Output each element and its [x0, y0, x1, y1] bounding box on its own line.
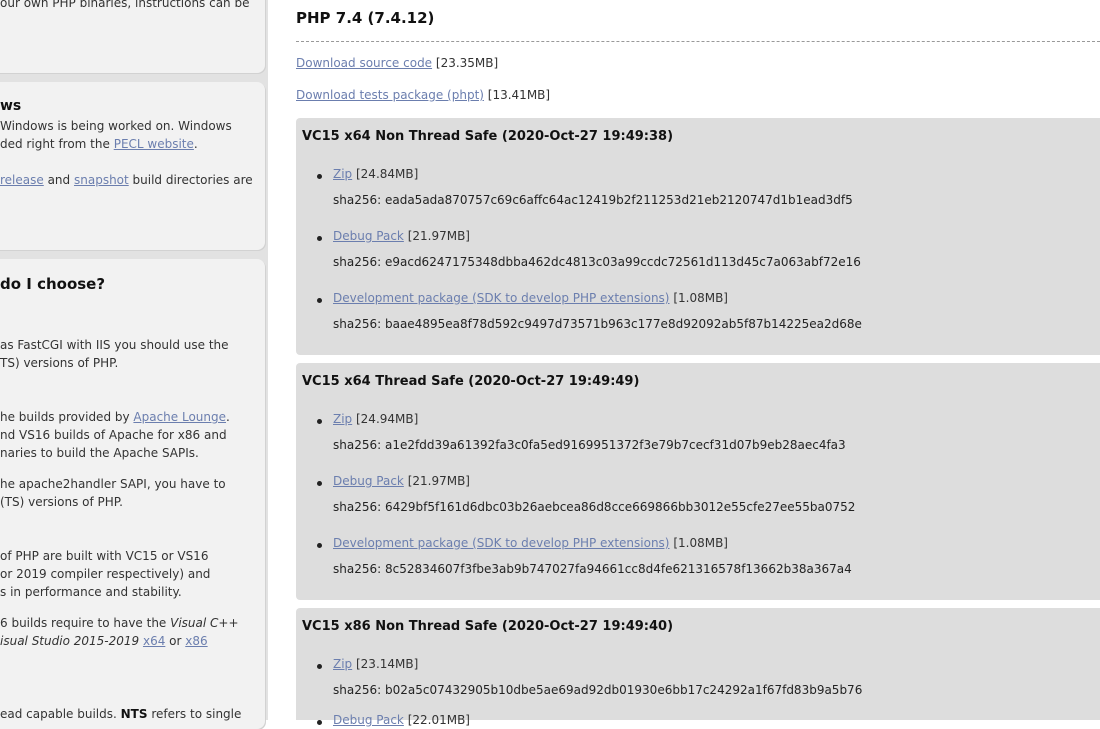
- download-source-link[interactable]: Download source code: [296, 56, 432, 70]
- sidebar-text: release and snapshot build directories a…: [0, 171, 253, 189]
- bullet-icon: [317, 481, 322, 486]
- package-sha256: sha256: a1e2fdd39a61392fa3c0fa5ed9169951…: [333, 438, 846, 452]
- package-line: Debug Pack [22.01MB]: [333, 713, 470, 727]
- package-zip-link[interactable]: Zip: [333, 167, 352, 181]
- download-tests-row: Download tests package (phpt) [13.41MB]: [296, 88, 550, 102]
- sidebar-text: (TS) versions of PHP.: [0, 495, 123, 509]
- sidebar-text-fragment: .: [193, 137, 198, 151]
- release-divider: [296, 41, 1100, 42]
- sidebar-box-which-version: do I choose? as FastCGI with IIS you sho…: [0, 259, 265, 729]
- vc-redist-x64-link[interactable]: x64: [143, 634, 165, 648]
- package-line: Zip [24.84MB]: [333, 167, 418, 181]
- package-line: Debug Pack [21.97MB]: [333, 229, 470, 243]
- package-size: [23.14MB]: [352, 657, 419, 671]
- package-debug-link[interactable]: Debug Pack: [333, 229, 404, 243]
- package-size: [21.97MB]: [403, 474, 470, 488]
- sidebar-text: 6 builds require to have the Visual C++: [0, 614, 239, 632]
- sidebar-text: of PHP are built with VC15 or VS16: [0, 549, 209, 563]
- sidebar-heading-which-version: do I choose?: [0, 275, 106, 293]
- package-size: [1.08MB]: [669, 536, 728, 550]
- sidebar-text-italic: isual Studio 2015-2019: [0, 634, 140, 648]
- sidebar-text-fragment: ded right from the: [0, 137, 114, 151]
- sidebar-text-fragment: he builds provided by: [0, 410, 134, 424]
- sidebar-heading-pecl: ws: [0, 98, 22, 114]
- sidebar-text: he builds provided by Apache Lounge.: [0, 408, 230, 426]
- sidebar-text-fragment: or: [165, 634, 186, 648]
- sidebar-text: naries to build the Apache SAPIs.: [0, 446, 199, 460]
- sidebar-text: or 2019 compiler respectively) and: [0, 567, 211, 581]
- package-zip-link[interactable]: Zip: [333, 412, 352, 426]
- sidebar-text: he apache2handler SAPI, you have to: [0, 477, 226, 491]
- sidebar-text: Windows is being worked on. Windows: [0, 119, 232, 133]
- package-sha256: sha256: 8c52834607f3fbe3ab9b747027fa9466…: [333, 562, 852, 576]
- snapshot-directory-link[interactable]: snapshot: [74, 173, 129, 187]
- pecl-website-link[interactable]: PECL website: [114, 137, 194, 151]
- sidebar-text: ded right from the PECL website.: [0, 135, 198, 153]
- sidebar-text: s in performance and stability.: [0, 585, 182, 599]
- sidebar-text: nd VS16 builds of Apache for x86 and: [0, 428, 227, 442]
- download-tests-size: [13.41MB]: [483, 88, 551, 102]
- build-vc15-x64-nts: VC15 x64 Non Thread Safe (2020-Oct-27 19…: [296, 118, 1100, 355]
- bullet-icon: [317, 174, 322, 179]
- package-size: [1.08MB]: [669, 291, 728, 305]
- package-devel-link[interactable]: Development package (SDK to develop PHP …: [333, 291, 670, 305]
- sidebar-text: isual Studio 2015-2019 x64 or x86: [0, 632, 208, 650]
- bullet-icon: [317, 720, 322, 725]
- release-title: PHP 7.4 (7.4.12): [296, 9, 435, 27]
- download-tests-link[interactable]: Download tests package (phpt): [296, 88, 484, 102]
- build-vc15-x86-nts: VC15 x86 Non Thread Safe (2020-Oct-27 19…: [296, 608, 1100, 727]
- sidebar-text-bold: NTS: [120, 707, 148, 721]
- package-size: [24.94MB]: [352, 412, 419, 426]
- package-line: Zip [24.94MB]: [333, 412, 418, 426]
- main-content: PHP 7.4 (7.4.12) Download source code [2…: [268, 0, 1100, 727]
- sidebar-text-fragment: .: [226, 410, 230, 424]
- package-zip-link[interactable]: Zip: [333, 657, 352, 671]
- package-size: [21.97MB]: [403, 229, 470, 243]
- sidebar-box-build-instructions: our own PHP binaries, instructions can b…: [0, 0, 265, 73]
- package-size: [22.01MB]: [403, 713, 470, 727]
- download-source-size: [23.35MB]: [432, 56, 499, 70]
- package-sha256: sha256: eada5ada870757c69c6affc64ac12419…: [333, 193, 853, 207]
- build-title: VC15 x86 Non Thread Safe (2020-Oct-27 19…: [302, 619, 674, 634]
- package-debug-link[interactable]: Debug Pack: [333, 713, 404, 727]
- sidebar-text: ead capable builds. NTS refers to single: [0, 705, 241, 723]
- package-line: Development package (SDK to develop PHP …: [333, 536, 728, 550]
- bullet-icon: [317, 236, 322, 241]
- vc-redist-x86-link[interactable]: x86: [185, 634, 207, 648]
- bullet-icon: [317, 664, 322, 669]
- sidebar-text-fragment: ead capable builds.: [0, 707, 121, 721]
- build-title: VC15 x64 Thread Safe (2020-Oct-27 19:49:…: [302, 374, 640, 389]
- sidebar-text-fragment: and: [43, 173, 74, 187]
- package-line: Zip [23.14MB]: [333, 657, 418, 671]
- sidebar-text-fragment: build directories are: [128, 173, 253, 187]
- build-vc15-x64-ts: VC15 x64 Thread Safe (2020-Oct-27 19:49:…: [296, 363, 1100, 600]
- sidebar-text-fragment: 6 builds require to have the: [0, 616, 171, 630]
- sidebar-box-pecl: ws Windows is being worked on. Windows d…: [0, 82, 265, 250]
- sidebar-text-fragment: refers to single: [147, 707, 242, 721]
- bullet-icon: [317, 543, 322, 548]
- sidebar-text-italic: Visual C++: [170, 616, 239, 630]
- sidebar-text: our own PHP binaries, instructions can b…: [0, 0, 250, 10]
- package-sha256: sha256: 6429bf5f161d6dbc03b26aebcea86d8c…: [333, 500, 856, 514]
- package-sha256: sha256: baae4895ea8f78d592c9497d73571b96…: [333, 317, 862, 331]
- sidebar-text: TS) versions of PHP.: [0, 356, 119, 370]
- package-debug-link[interactable]: Debug Pack: [333, 474, 404, 488]
- package-sha256: sha256: b02a5c07432905b10dbe5ae69ad92db0…: [333, 683, 863, 697]
- apache-lounge-link[interactable]: Apache Lounge: [133, 410, 226, 424]
- release-directory-link[interactable]: release: [0, 173, 44, 187]
- download-source-row: Download source code [23.35MB]: [296, 56, 498, 70]
- bullet-icon: [317, 419, 322, 424]
- package-devel-link[interactable]: Development package (SDK to develop PHP …: [333, 536, 670, 550]
- package-size: [24.84MB]: [352, 167, 419, 181]
- bullet-icon: [317, 298, 322, 303]
- package-sha256: sha256: e9acd6247175348dbba462dc4813c03a…: [333, 255, 861, 269]
- sidebar-text: as FastCGI with IIS you should use the: [0, 338, 229, 352]
- build-title: VC15 x64 Non Thread Safe (2020-Oct-27 19…: [302, 129, 674, 144]
- sidebar: our own PHP binaries, instructions can b…: [0, 0, 268, 729]
- package-line: Development package (SDK to develop PHP …: [333, 291, 728, 305]
- package-line: Debug Pack [21.97MB]: [333, 474, 470, 488]
